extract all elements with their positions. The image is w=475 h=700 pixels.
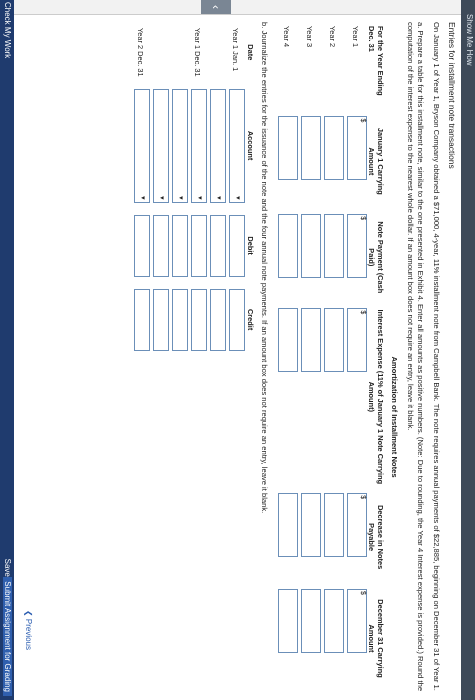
year-label: Year 1 [351,26,361,48]
show-me-how-link[interactable]: Show Me How [465,14,474,66]
journal-row: ▾ [169,22,188,357]
journal-row: ▾ [207,22,226,357]
credit-input[interactable] [191,288,207,351]
debit-input[interactable] [191,214,207,277]
amount-input[interactable] [301,214,321,279]
amount-input[interactable] [278,493,298,558]
amortization-title: Amortization of Installment Notes [390,356,399,478]
account-select[interactable]: ▾ [229,88,245,203]
journal-date: Year 2 Dec. 31 [136,28,146,77]
account-select[interactable]: ▾ [172,88,188,203]
debit-input[interactable] [153,214,169,277]
chevron-down-icon: ▾ [177,196,184,200]
journal-date: Year 1 Dec. 31 [193,28,203,77]
amount-input[interactable] [324,116,344,181]
amount-input[interactable] [301,116,321,181]
header-dec31: December 31 Carrying Amount [367,599,385,678]
table-row: Year 4 [275,22,298,692]
assignment-panel: Show Me How ‹ Entries for installment no… [0,0,475,700]
table-row: Year 1 $ $ $ $ $ [344,22,367,692]
chevron-down-icon: ▾ [215,196,222,200]
amount-input[interactable] [301,308,321,373]
header-year: For the Year Ending Dec. 31 [367,26,385,96]
bottom-bar: Check My Work Save and Exit Submit Assig… [0,0,14,700]
journal-header-date: Date [246,44,255,61]
top-bar: Show Me How [461,0,475,700]
account-select[interactable]: ▾ [191,88,207,203]
credit-input[interactable] [172,288,188,351]
header-payment: Note Payment (Cash Paid) [367,221,385,294]
journal-row: ▾ [150,22,169,357]
journal-header-credit: Credit [246,308,255,331]
year-label: Year 3 [305,26,315,48]
credit-input[interactable] [134,288,150,351]
submit-button[interactable]: Submit Assignment for Grading [3,577,12,696]
year-label: Year 4 [282,26,292,48]
previous-label: Previous [24,618,33,650]
amount-input[interactable] [278,589,298,654]
chevron-down-icon: ▾ [196,196,203,200]
amount-input[interactable] [278,308,298,373]
left-strip: ‹ [14,0,461,15]
amount-input[interactable] [324,214,344,279]
part-b-text: b. Journalize the entries for the issuan… [260,22,269,514]
credit-input[interactable] [153,288,169,351]
content: Entries for installment note transaction… [131,22,457,692]
amount-input[interactable]: $ [347,493,367,558]
chevron-down-icon: ▾ [158,196,165,200]
account-select[interactable]: ▾ [134,88,150,203]
year-label: Year 2 [328,26,338,48]
credit-input[interactable] [210,288,226,351]
intro-text: On January 1 of Year 1, Bryson Company o… [432,22,441,691]
previous-link[interactable]: ❮ Previous [24,610,33,650]
amount-input[interactable] [301,589,321,654]
chevron-down-icon: ▾ [139,196,146,200]
part-a-text: a. Prepare a table for this installment … [406,22,425,692]
debit-input[interactable] [229,214,245,277]
amount-input[interactable] [324,589,344,654]
amortization-table: For the Year Ending Dec. 31 January 1 Ca… [275,22,385,692]
journal-header-account: Account [246,130,255,161]
amount-input[interactable] [301,493,321,558]
amount-input[interactable] [324,493,344,558]
journal-date: Year 1 Jan. 1 [231,28,241,72]
table-row: Year 3 [298,22,321,692]
header-decrease: Decrease in Notes Payable [367,505,385,570]
amount-input[interactable]: $ [347,308,367,373]
check-my-work-button[interactable]: Check My Work [3,2,12,58]
credit-input[interactable] [229,288,245,351]
journal-row: Year 1 Jan. 1 ▾ [226,22,245,357]
debit-input[interactable] [172,214,188,277]
journal-table: Date Account Debit Credit Year 1 Jan. 1 … [131,22,255,357]
amount-input[interactable] [278,214,298,279]
chevron-down-icon: ▾ [234,196,241,200]
journal-header-debit: Debit [246,236,255,255]
account-select[interactable]: ▾ [210,88,226,203]
amount-input[interactable]: $ [347,589,367,654]
header-jan1: January 1 Carrying Amount [367,127,385,195]
collapse-chevron-icon[interactable]: ‹ [201,0,231,14]
page-title: Entries for installment note transaction… [447,22,457,169]
amount-input[interactable] [278,116,298,181]
table-row: Year 2 [321,22,344,692]
account-select[interactable]: ▾ [153,88,169,203]
amount-input[interactable]: $ [347,214,367,279]
debit-input[interactable] [134,214,150,277]
journal-row: Year 2 Dec. 31 ▾ [131,22,150,357]
header-interest: Interest Expense (11% of January 1 Note … [367,309,385,485]
journal-row: Year 1 Dec. 31 ▾ [188,22,207,357]
amount-input[interactable]: $ [347,116,367,181]
amount-input[interactable] [324,308,344,373]
debit-input[interactable] [210,214,226,277]
